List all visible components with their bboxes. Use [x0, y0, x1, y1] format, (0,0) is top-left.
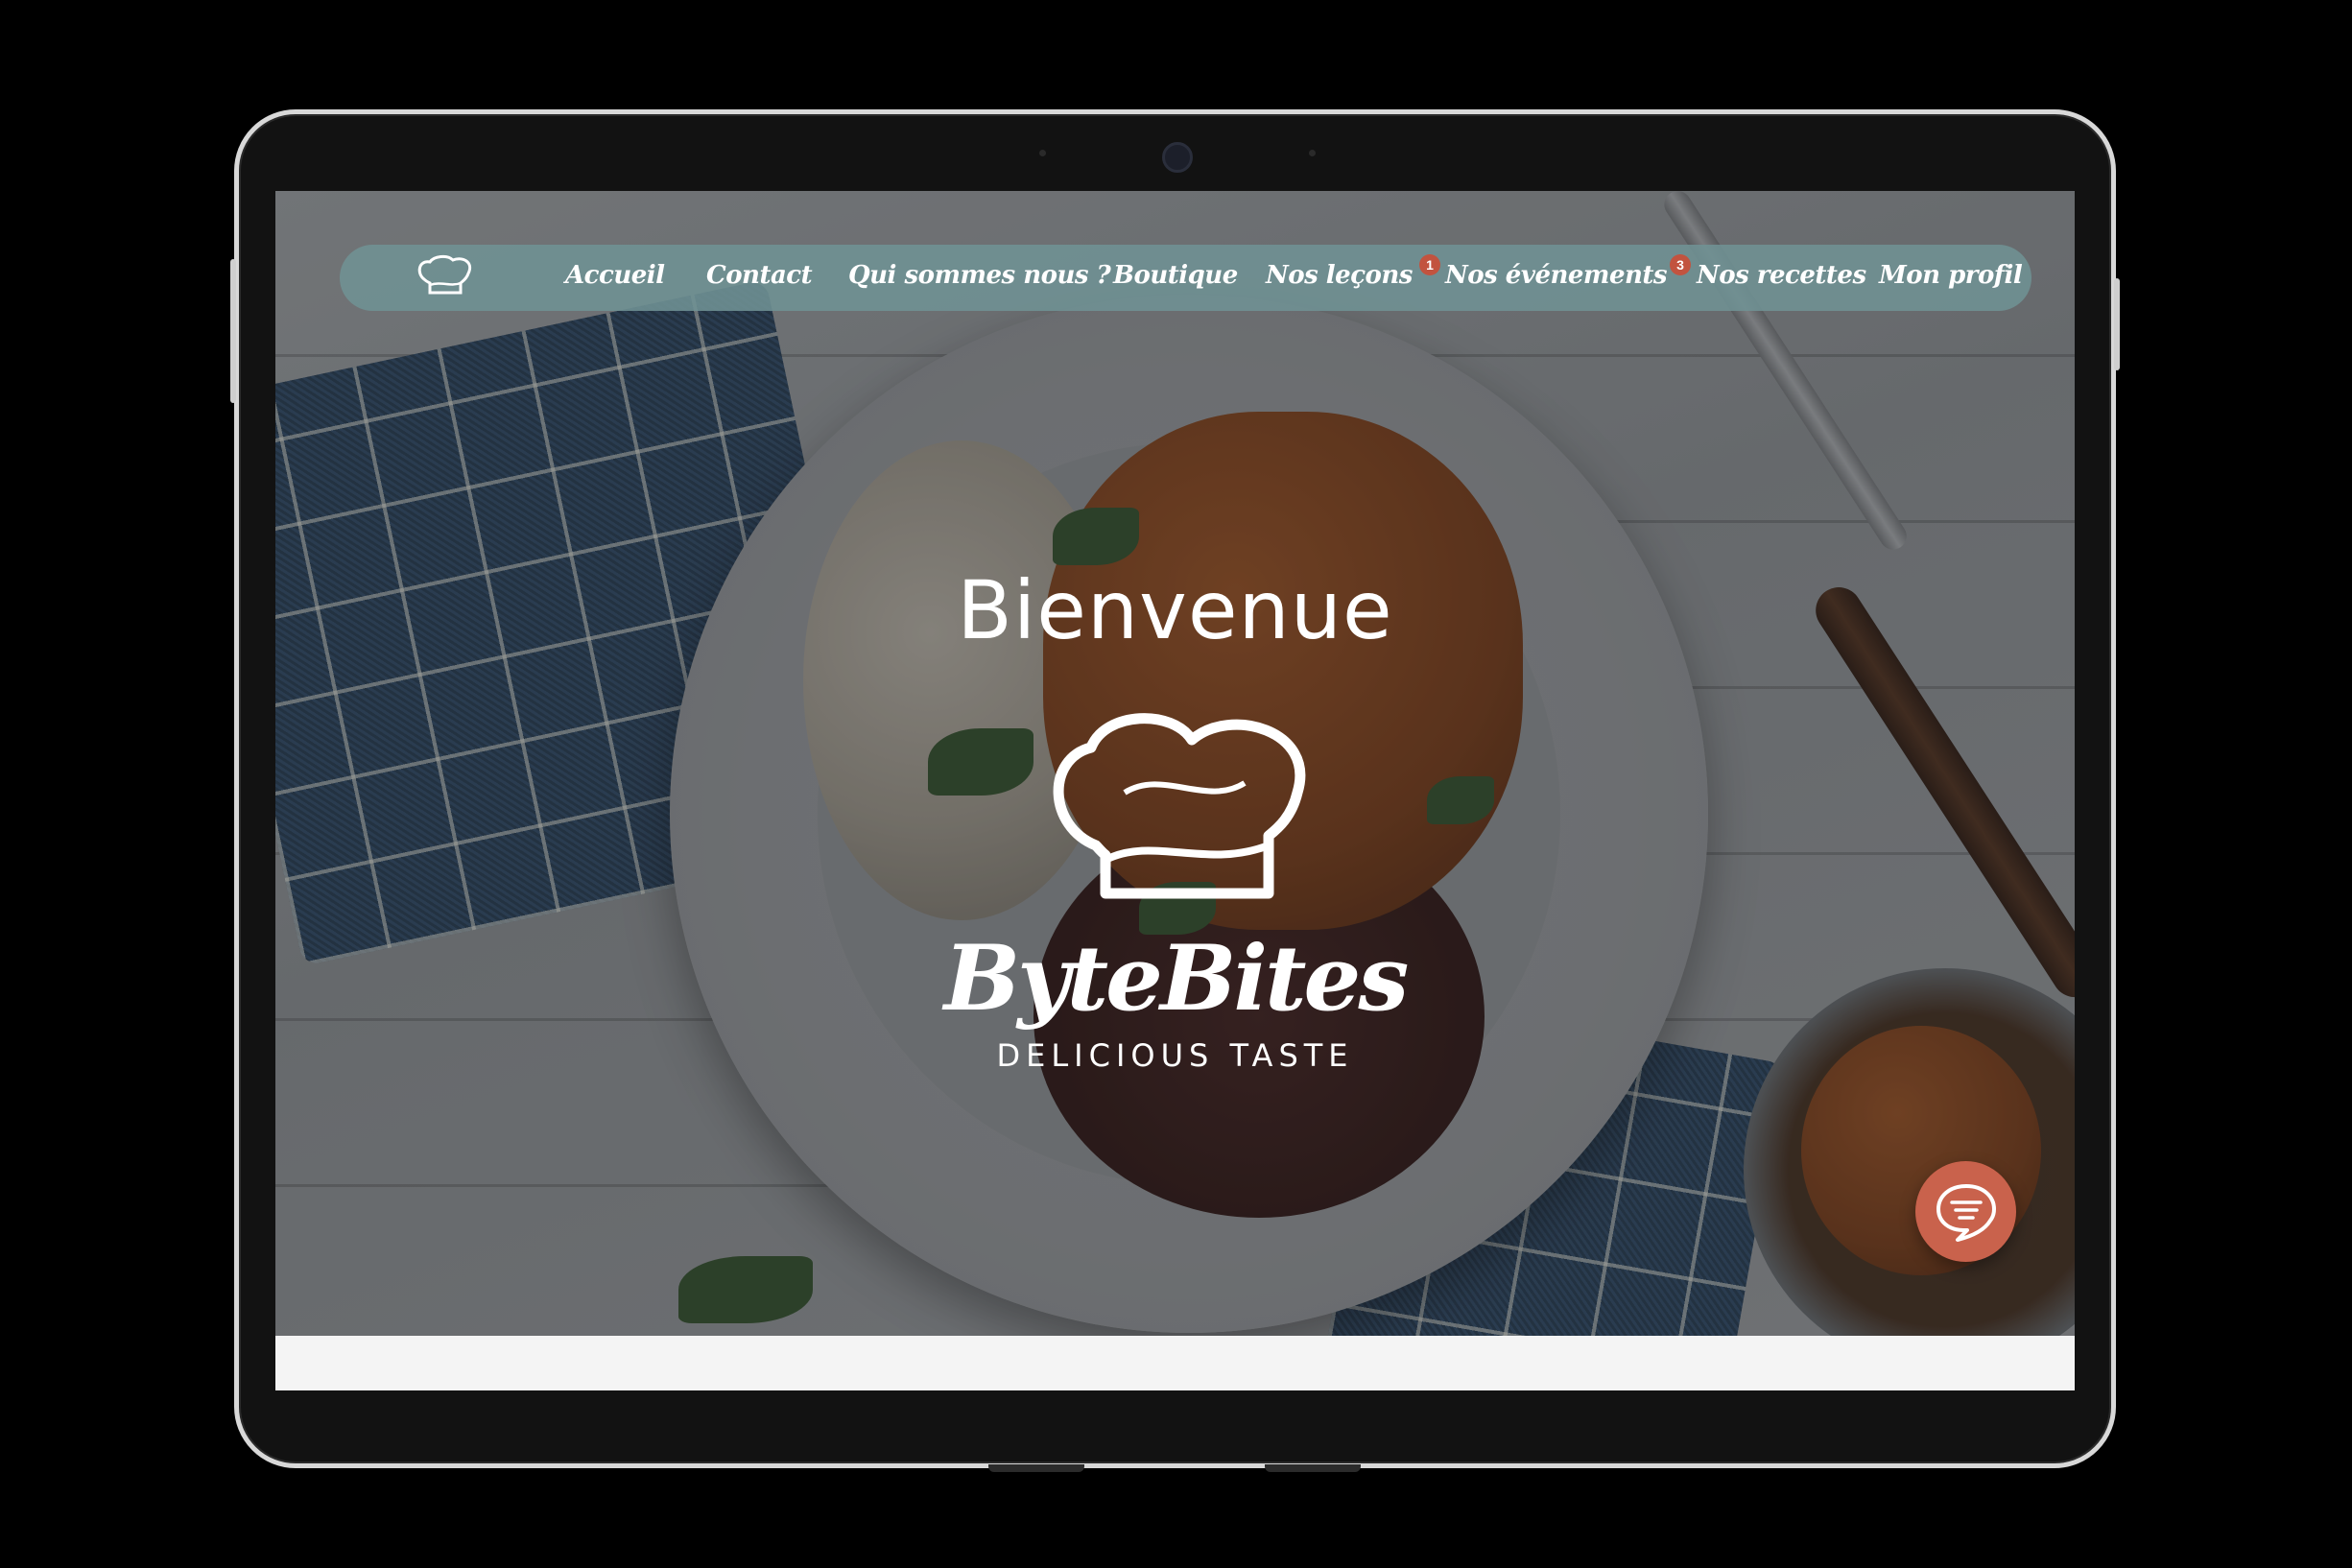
chat-button[interactable] [1915, 1161, 2016, 1262]
nav-item-qui-sommes-nous[interactable]: Qui sommes nous ? [848, 261, 1111, 296]
front-camera [1162, 142, 1193, 173]
nav-item-nos-evenements[interactable]: Nos événements [1445, 261, 1668, 296]
tablet-side-button-left [230, 259, 236, 403]
chef-hat-icon [1053, 713, 1306, 899]
hero-tagline: DELICIOUS TASTE [996, 1037, 1354, 1074]
screen: Accueil Contact Qui sommes nous ? Boutiq… [275, 191, 2075, 1390]
top-navbar: Accueil Contact Qui sommes nous ? Boutiq… [340, 245, 2031, 311]
nav-badge-lecons: 1 [1419, 254, 1440, 275]
nav-badge-evenements: 3 [1670, 254, 1691, 275]
camera-sensor-left [1039, 150, 1046, 156]
hero-brand-name: ByteBites [943, 926, 1410, 1032]
page-content-strip [275, 1336, 2075, 1390]
nav-item-nos-lecons[interactable]: Nos leçons [1266, 261, 1413, 296]
nav-item-boutique[interactable]: Boutique [1113, 261, 1238, 296]
nav-item-nos-recettes[interactable]: Nos recettes [1697, 261, 1866, 296]
tablet-connector-left [988, 1464, 1084, 1472]
chat-bubble-icon [1936, 1183, 1996, 1242]
chef-hat-icon[interactable] [415, 254, 476, 300]
tablet-side-button-right [2114, 278, 2120, 370]
nav-item-mon-profil[interactable]: Mon profil [1879, 261, 2023, 296]
tablet-connector-right [1265, 1464, 1361, 1472]
nav-item-contact[interactable]: Contact [706, 261, 813, 296]
nav-item-accueil[interactable]: Accueil [565, 261, 665, 296]
hero-welcome-title: Bienvenue [957, 563, 1393, 657]
camera-sensor-right [1309, 150, 1316, 156]
